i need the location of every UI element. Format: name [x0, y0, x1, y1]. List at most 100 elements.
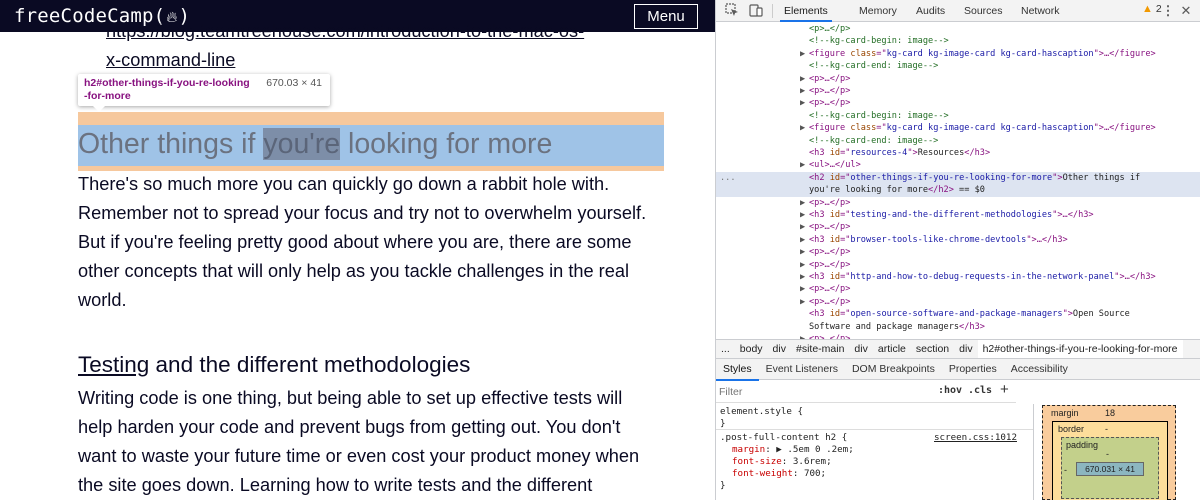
dom-token: </h3>: [964, 148, 991, 158]
dom-node-line[interactable]: <h3 id="resources-4">Resources</h3>: [716, 147, 1200, 159]
tab-audits[interactable]: Audits: [912, 0, 949, 22]
expand-triangle-icon[interactable]: ▶: [800, 259, 809, 271]
expand-triangle-icon[interactable]: ▶: [800, 221, 809, 233]
dom-node-line[interactable]: ▶ <h3 id="testing-and-the-different-metho…: [716, 209, 1200, 221]
more-options-icon[interactable]: ⋮: [1160, 3, 1176, 19]
dom-node-line[interactable]: ▶ <h3 id="http-and-how-to-debug-requests-…: [716, 271, 1200, 283]
dom-node-line[interactable]: <h3 id="open-source-software-and-package…: [716, 308, 1200, 320]
box-model-margin-value[interactable]: 18: [1105, 408, 1115, 418]
expand-triangle-icon[interactable]: ▶: [800, 197, 809, 209]
inspect-element-icon[interactable]: [724, 3, 740, 19]
expand-triangle-icon[interactable]: ▶: [800, 122, 809, 134]
hover-state-button[interactable]: :hov: [938, 385, 962, 396]
expand-triangle-icon[interactable]: ▶: [800, 246, 809, 258]
rule-selector[interactable]: .post-full-content h2 {: [720, 432, 847, 444]
expand-triangle-icon[interactable]: ▶: [800, 271, 809, 283]
rule-source-link[interactable]: screen.css:1012: [934, 432, 1017, 443]
dom-node-line[interactable]: ▶ <p>…</p>: [716, 97, 1200, 109]
subheading-link[interactable]: Testing: [78, 352, 149, 377]
dom-node-line[interactable]: ▶ <p>…</p>: [716, 73, 1200, 85]
expand-triangle-icon[interactable]: ▶: [800, 73, 809, 85]
expand-triangle-icon[interactable]: ▶: [800, 159, 809, 171]
dom-node-line[interactable]: <p>…</p>: [716, 23, 1200, 35]
box-model-content[interactable]: 670.031 × 41: [1076, 462, 1144, 476]
dom-node-line[interactable]: <!--kg-card-end: image-->: [716, 60, 1200, 72]
dom-node-line[interactable]: you're looking for more</h2> == $0: [716, 184, 1200, 197]
close-devtools-icon[interactable]: ✕: [1178, 3, 1194, 19]
css-property-value[interactable]: ▶ .5em 0 .2em;: [776, 444, 853, 455]
css-property[interactable]: font-weight: 700;: [732, 468, 826, 480]
expand-triangle-icon[interactable]: ▶: [800, 283, 809, 295]
styles-subtab[interactable]: Styles: [716, 359, 759, 381]
styles-subtab[interactable]: Event Listeners: [759, 359, 845, 379]
dom-node-line[interactable]: <!--kg-card-begin: image-->: [716, 35, 1200, 47]
css-property-name[interactable]: font-weight: [732, 468, 793, 479]
styles-subtab[interactable]: Properties: [942, 359, 1004, 379]
dom-node-line[interactable]: ▶ <p>…</p>: [716, 221, 1200, 233]
dom-token: class: [850, 123, 877, 134]
box-model-margin-label: margin: [1051, 408, 1079, 418]
element-style-selector[interactable]: element.style {: [720, 406, 803, 418]
dom-node-line[interactable]: ▶ <p>…</p>: [716, 246, 1200, 258]
dom-node-line[interactable]: <!--kg-card-end: image-->: [716, 135, 1200, 147]
tab-memory[interactable]: Memory: [855, 0, 901, 22]
dom-node-line[interactable]: ▶ <ul>…</ul>: [716, 159, 1200, 171]
warnings-counter[interactable]: ▲ 2: [1142, 3, 1162, 15]
dom-token: kg-card kg-image-card kg-card-hascaption: [886, 48, 1094, 59]
article-link-continued[interactable]: x-command-line: [106, 50, 235, 71]
dom-node-line[interactable]: ▶ <h3 id="browser-tools-like-chrome-devto…: [716, 234, 1200, 246]
breadcrumb-item[interactable]: #site-main: [791, 340, 849, 358]
breadcrumb-item[interactable]: h2#other-things-if-you-re-looking-for-mo…: [977, 340, 1183, 358]
expand-triangle-icon[interactable]: ▶: [800, 296, 809, 308]
tab-elements[interactable]: Elements: [780, 0, 832, 22]
dom-token: you're looking for more: [809, 185, 928, 196]
styles-filter-input[interactable]: [719, 383, 924, 400]
dom-token: id: [829, 172, 841, 183]
css-property[interactable]: font-size: 3.6rem;: [732, 456, 832, 468]
selected-node-ellipsis[interactable]: ...: [720, 172, 736, 184]
expand-triangle-icon[interactable]: ▶: [800, 209, 809, 221]
css-property-name[interactable]: font-size: [732, 456, 782, 467]
box-model-border-value[interactable]: -: [1105, 424, 1108, 434]
dom-node-line[interactable]: <!--kg-card-begin: image-->: [716, 110, 1200, 122]
dom-token: id: [829, 210, 841, 220]
tab-sources[interactable]: Sources: [960, 0, 1007, 22]
css-property-value[interactable]: 3.6rem;: [793, 456, 832, 467]
dom-node-line[interactable]: ▶ <p>…</p>: [716, 283, 1200, 295]
class-toggle-button[interactable]: .cls: [968, 385, 992, 396]
css-property-name[interactable]: margin: [732, 444, 765, 455]
breadcrumb-item[interactable]: section: [911, 340, 954, 358]
breadcrumb-item[interactable]: body: [735, 340, 768, 358]
dom-node-line[interactable]: ▶ <p>…</p>: [716, 296, 1200, 308]
breadcrumb-item[interactable]: div: [768, 340, 791, 358]
menu-button[interactable]: Menu: [634, 4, 698, 29]
css-property-value[interactable]: 700;: [804, 468, 826, 479]
styles-subtab[interactable]: Accessibility: [1004, 359, 1075, 379]
dom-node-line[interactable]: ▶ <p>…</p>: [716, 197, 1200, 209]
article-link[interactable]: https://blog.teamtreehouse.com/introduct…: [106, 21, 584, 42]
css-property[interactable]: margin: ▶ .5em 0 .2em;: [732, 444, 854, 456]
breadcrumb-item[interactable]: article: [873, 340, 911, 358]
breadcrumb-item[interactable]: div: [954, 340, 977, 358]
expand-triangle-icon[interactable]: ▶: [800, 97, 809, 109]
dom-node-line[interactable]: ▶ <figure class="kg-card kg-image-card kg…: [716, 48, 1200, 60]
styles-subtab[interactable]: DOM Breakpoints: [845, 359, 942, 379]
dom-node-line[interactable]: ▶ <figure class="kg-card kg-image-card kg…: [716, 122, 1200, 134]
device-toolbar-icon[interactable]: [748, 3, 764, 19]
dom-node-line[interactable]: ▶ <p>…</p>: [716, 85, 1200, 97]
breadcrumb-item[interactable]: div: [849, 340, 872, 358]
devtools-tab-bar: Elements Memory Audits Sources Network ▲…: [716, 0, 1200, 22]
box-model-left-value[interactable]: -: [1064, 465, 1067, 475]
dom-node-line[interactable]: Software and package managers</h3>: [716, 321, 1200, 333]
tab-network[interactable]: Network: [1017, 0, 1064, 22]
dom-node-line[interactable]: ▶ <p>…</p>: [716, 259, 1200, 271]
expand-triangle-icon[interactable]: ▶: [800, 234, 809, 246]
expand-triangle-icon[interactable]: ▶: [800, 85, 809, 97]
expand-triangle-icon[interactable]: ▶: [800, 48, 809, 60]
new-style-rule-button[interactable]: +: [1000, 381, 1009, 398]
box-model-padding-value[interactable]: -: [1106, 449, 1109, 459]
box-model-padding: padding - 670.031 × 41 -: [1061, 437, 1159, 499]
dom-token: <p>…</p>: [809, 284, 851, 295]
dom-node-line[interactable]: ... <h2 id="other-things-if-you-re-lookin…: [716, 171, 1200, 185]
breadcrumb-item[interactable]: ...: [716, 340, 735, 358]
